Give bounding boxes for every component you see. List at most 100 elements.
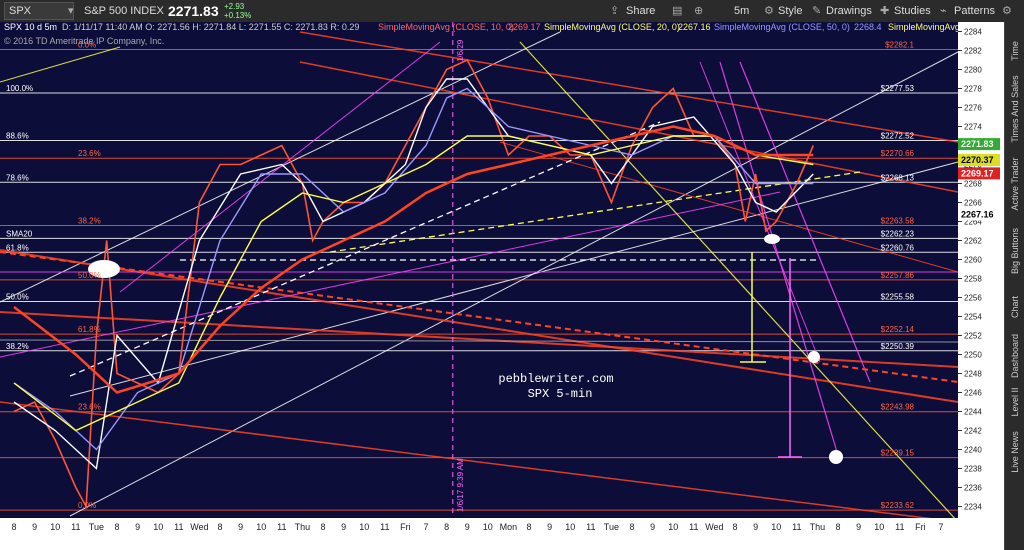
y-tick-label: 2236 — [964, 484, 982, 493]
symbol-dropdown-icon[interactable]: ▾ — [68, 0, 74, 22]
price-tag-label: 2270.37 — [961, 155, 994, 165]
x-tick-label: 8 — [11, 522, 16, 532]
studies-icon[interactable]: ✚ — [880, 0, 889, 22]
x-tick-label: 10 — [668, 522, 678, 532]
y-tick-label: 2256 — [964, 294, 982, 303]
y-tick-label: 2268 — [964, 180, 982, 189]
x-tick-label: 11 — [380, 522, 389, 532]
trend-line — [0, 46, 121, 83]
level-pct-label: 0.0% — [78, 41, 96, 50]
price-tag-label: 2271.83 — [961, 139, 994, 149]
y-tick-label: 2244 — [964, 408, 982, 417]
level-price-label: $2255.58 — [881, 292, 915, 301]
x-tick-label: 8 — [444, 522, 449, 532]
style-icon[interactable]: ⚙ — [764, 0, 774, 22]
level-price-label: $2282.1 — [885, 41, 914, 50]
symbol-input[interactable]: SPX — [4, 2, 74, 20]
zoom-icon[interactable]: ⊕ — [694, 0, 703, 22]
level-pct-label: SMA20 — [6, 229, 33, 238]
price-axis-layer: 2234 2236 2238 2240 2242 2244 2246 2248 2250 2252… — [958, 22, 1004, 550]
x-tick-label: Fri — [400, 522, 411, 532]
x-tick-label: 10 — [50, 522, 60, 532]
level-price-label: $2260.76 — [881, 243, 915, 252]
level-price-label: $2239.15 — [881, 449, 915, 458]
x-tick-label: 9 — [650, 522, 655, 532]
patterns-icon[interactable]: ⌁ — [940, 0, 947, 22]
level-price-label: $2263.58 — [881, 216, 915, 225]
level-price-label: $2243.98 — [881, 403, 915, 412]
level-pct-label: 100.0% — [6, 84, 33, 93]
x-tick-label: 10 — [874, 522, 884, 532]
level-pct-label: 38.2% — [78, 216, 101, 225]
x-tick-label: 10 — [771, 522, 781, 532]
x-tick-label: 10 — [153, 522, 163, 532]
y-tick-label: 2262 — [964, 237, 982, 246]
level-price-label: $2277.53 — [881, 84, 915, 93]
x-tick-label: 11 — [792, 522, 801, 532]
level-price-label: $2268.13 — [881, 173, 915, 182]
x-tick-label: 8 — [526, 522, 531, 532]
y-tick-label: 2278 — [964, 85, 982, 94]
x-tick-label: 9 — [547, 522, 552, 532]
level-price-label: $2262.23 — [881, 229, 915, 238]
symbol-name: S&P 500 INDEX — [84, 5, 164, 17]
x-tick-label: 8 — [732, 522, 737, 532]
x-tick-label: Tue — [604, 522, 619, 532]
trend-line — [69, 51, 959, 517]
share-button[interactable]: Share — [626, 0, 655, 22]
last-price: 2271.83 — [168, 3, 219, 19]
y-tick-label: 2248 — [964, 370, 982, 379]
x-tick-label: Thu — [295, 522, 311, 532]
sidebar-tab-live-news[interactable]: Live News — [1005, 430, 1024, 476]
level-pct-label: 0.0% — [78, 501, 96, 510]
x-tick-label: 11 — [586, 522, 595, 532]
level-price-label: $2252.14 — [881, 325, 915, 334]
level-pct-label: 88.6% — [6, 132, 29, 141]
x-tick-label: 11 — [71, 522, 80, 532]
y-tick-label: 2254 — [964, 313, 982, 322]
y-tick-label: 2266 — [964, 199, 982, 208]
y-tick-label: 2282 — [964, 47, 982, 56]
level-pct-label: 23.6% — [78, 403, 101, 412]
drawings-button[interactable]: Drawings — [826, 0, 872, 22]
trend-line — [299, 31, 959, 143]
x-tick-label: 10 — [483, 522, 493, 532]
style-button[interactable]: Style — [778, 0, 802, 22]
drawing-layer: 1/6/17 9:39 AM 1/6/29 — [0, 22, 959, 523]
x-tick-label: 8 — [217, 522, 222, 532]
level-labels-layer: $2282.1 0.0% $2277.53 100.0% $2272.52 88.6% $2… — [6, 41, 915, 511]
y-tick-label: 2250 — [964, 351, 982, 360]
timeframe-button[interactable]: 5m — [734, 0, 749, 22]
y-tick-label: 2252 — [964, 332, 982, 341]
drawings-icon[interactable]: ✎ — [812, 0, 821, 22]
x-tick-label: Fri — [915, 522, 926, 532]
series-line-spx — [13, 58, 815, 510]
x-tick-label: 10 — [256, 522, 266, 532]
x-tick-label: 9 — [856, 522, 861, 532]
target-marker — [808, 351, 820, 363]
trend-line — [0, 401, 959, 523]
x-tick-label: 9 — [465, 522, 470, 532]
level-pct-label: 50.0% — [78, 271, 101, 280]
x-tick-label: 11 — [277, 522, 286, 532]
trend-line — [699, 61, 821, 363]
studies-button[interactable]: Studies — [894, 0, 931, 22]
x-tick-label: 7 — [938, 522, 943, 532]
time-marker-label-top: 1/6/29 — [456, 39, 465, 62]
quote-icon[interactable]: ▤ — [672, 0, 682, 22]
level-price-label: $2233.62 — [881, 501, 915, 510]
level-pct-label: 61.8% — [6, 243, 29, 252]
y-tick-label: 2242 — [964, 427, 982, 436]
x-tick-label: 8 — [320, 522, 325, 532]
x-tick-label: Tue — [89, 522, 104, 532]
x-tick-label: 10 — [565, 522, 575, 532]
dashed-trend-line — [69, 121, 661, 377]
level-pct-label: 38.2% — [6, 342, 29, 351]
y-tick-label: 2238 — [964, 465, 982, 474]
x-tick-label: 11 — [174, 522, 183, 532]
patterns-button[interactable]: Patterns — [954, 0, 995, 22]
series-layer — [13, 58, 843, 510]
share-icon[interactable]: ⇪ — [610, 0, 619, 22]
time-axis-layer: 8 9 10 11 Tue 8 9 10 11 Wed 8 9 10 11 Thu 8 9 10 11 Fri 7 8 9 1… — [0, 518, 1004, 550]
price-chart[interactable]: 1/6/17 9:39 AM 1/6/29 $2282.1 0.0% $2277.53… — [0, 22, 1004, 550]
